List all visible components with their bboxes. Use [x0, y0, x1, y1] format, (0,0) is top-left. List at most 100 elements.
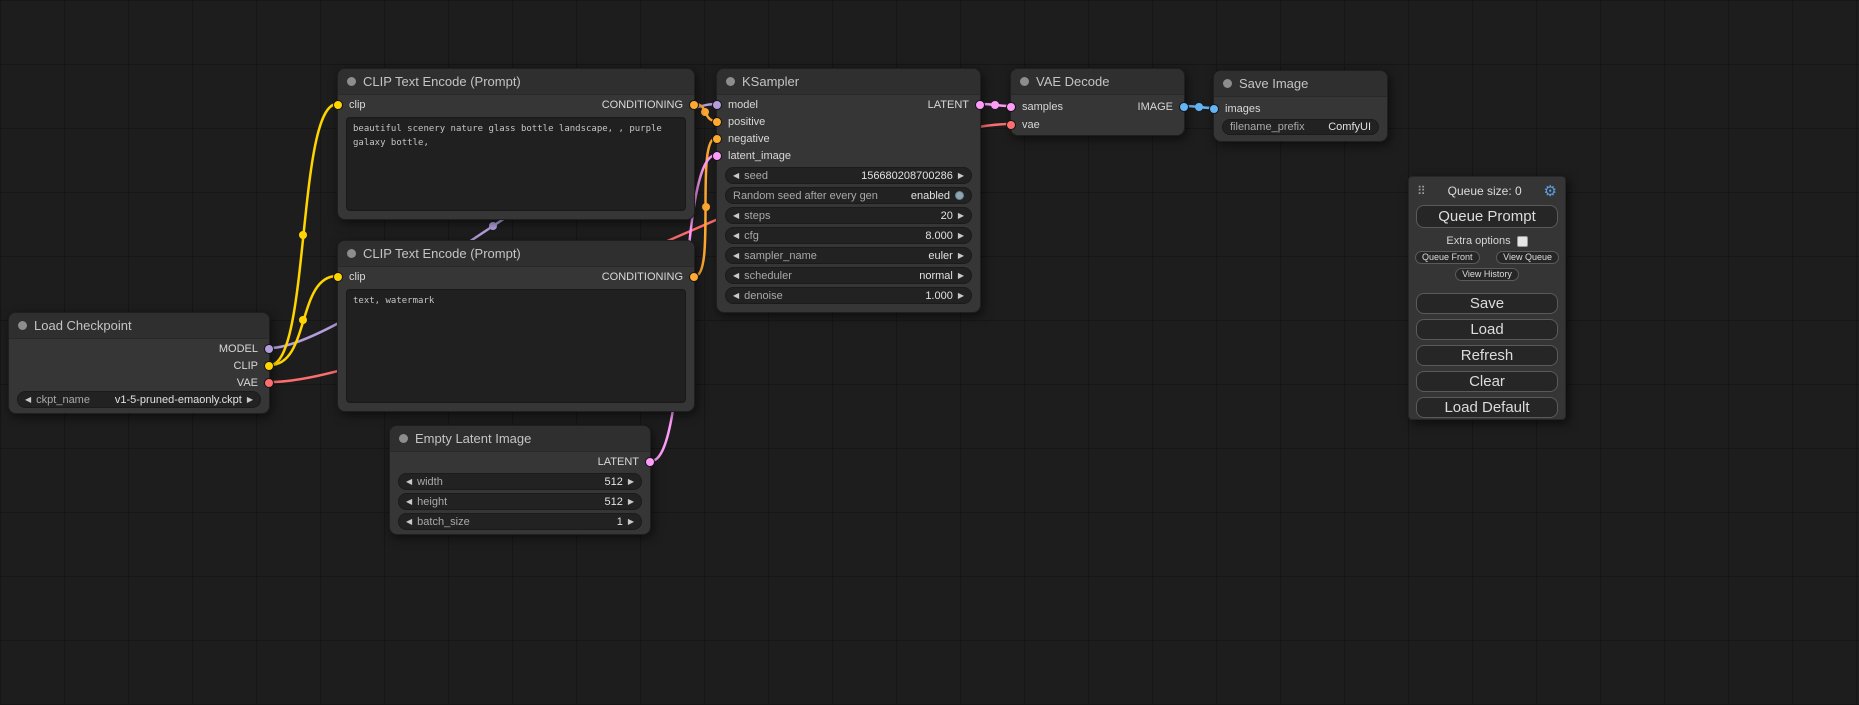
wire-midpoint-dot[interactable]	[299, 231, 307, 239]
node-save-image[interactable]: Save Image images filename_prefix ComfyU…	[1213, 70, 1388, 142]
decrement-arrow-icon[interactable]: ◀	[733, 252, 739, 260]
collapse-dot-icon[interactable]	[347, 249, 356, 258]
node-empty-latent-image[interactable]: Empty Latent Image LATENT ◀ width 512 ▶ …	[389, 425, 651, 535]
filename-prefix-widget[interactable]: filename_prefix ComfyUI	[1222, 119, 1379, 135]
latent-slot-dot[interactable]	[1006, 102, 1016, 112]
queue-prompt-button[interactable]: Queue Prompt	[1416, 205, 1558, 228]
node-title-bar[interactable]: CLIP Text Encode (Prompt)	[338, 241, 694, 267]
conditioning-slot-dot[interactable]	[689, 272, 699, 282]
collapse-dot-icon[interactable]	[1020, 77, 1029, 86]
random-seed-toggle-widget[interactable]: Random seed after every gen enabled	[725, 187, 972, 204]
decrement-arrow-icon[interactable]: ◀	[733, 232, 739, 240]
node-ksampler[interactable]: KSampler model LATENT positive negative …	[716, 68, 981, 313]
input-slot-positive[interactable]: positive	[712, 116, 765, 128]
save-button[interactable]: Save	[1416, 293, 1558, 314]
increment-arrow-icon[interactable]: ▶	[958, 172, 964, 180]
extra-options-checkbox[interactable]	[1517, 236, 1528, 247]
input-slot-negative[interactable]: negative	[712, 133, 770, 145]
output-slot-model[interactable]: MODEL	[219, 343, 274, 355]
collapse-dot-icon[interactable]	[1223, 79, 1232, 88]
node-clip-text-encode-positive[interactable]: CLIP Text Encode (Prompt) clip CONDITION…	[337, 68, 695, 220]
node-title-bar[interactable]: CLIP Text Encode (Prompt)	[338, 69, 694, 95]
increment-arrow-icon[interactable]: ▶	[628, 478, 634, 486]
model-slot-dot[interactable]	[264, 344, 274, 354]
drag-handle-icon[interactable]: ⠿	[1417, 184, 1426, 198]
decrement-arrow-icon[interactable]: ◀	[25, 396, 31, 404]
node-title-bar[interactable]: Load Checkpoint	[9, 313, 269, 339]
decrement-arrow-icon[interactable]: ◀	[406, 498, 412, 506]
increment-arrow-icon[interactable]: ▶	[247, 396, 253, 404]
increment-arrow-icon[interactable]: ▶	[958, 212, 964, 220]
queue-front-button[interactable]: Queue Front	[1415, 251, 1480, 264]
input-slot-samples[interactable]: samples	[1006, 101, 1063, 113]
clear-button[interactable]: Clear	[1416, 371, 1558, 392]
toggle-knob[interactable]	[955, 191, 964, 200]
clip-slot-dot[interactable]	[264, 361, 274, 371]
prompt-textarea[interactable]: beautiful scenery nature glass bottle la…	[346, 117, 686, 211]
input-slot-latent-image[interactable]: latent_image	[712, 150, 791, 162]
output-slot-conditioning[interactable]: CONDITIONING	[602, 271, 699, 283]
ckpt-name-widget[interactable]: ◀ ckpt_name v1-5-pruned-emaonly.ckpt ▶	[17, 391, 261, 408]
output-slot-image[interactable]: IMAGE	[1138, 101, 1189, 113]
decrement-arrow-icon[interactable]: ◀	[733, 172, 739, 180]
node-vae-decode[interactable]: VAE Decode samples IMAGE vae	[1010, 68, 1185, 136]
prompt-textarea[interactable]: text, watermark	[346, 289, 686, 403]
wire-midpoint-dot[interactable]	[489, 222, 497, 230]
settings-gear-icon[interactable]: ⚙	[1544, 184, 1557, 199]
decrement-arrow-icon[interactable]: ◀	[733, 212, 739, 220]
wire-midpoint-dot[interactable]	[299, 316, 307, 324]
decrement-arrow-icon[interactable]: ◀	[406, 518, 412, 526]
output-slot-latent[interactable]: LATENT	[928, 99, 985, 111]
input-slot-model[interactable]: model	[712, 99, 758, 111]
view-queue-button[interactable]: View Queue	[1496, 251, 1559, 264]
decrement-arrow-icon[interactable]: ◀	[733, 292, 739, 300]
scheduler-widget[interactable]: ◀ scheduler normal ▶	[725, 267, 972, 284]
denoise-widget[interactable]: ◀ denoise 1.000 ▶	[725, 287, 972, 304]
height-widget[interactable]: ◀ height 512 ▶	[398, 493, 642, 510]
load-button[interactable]: Load	[1416, 319, 1558, 340]
conditioning-slot-dot[interactable]	[712, 134, 722, 144]
seed-widget[interactable]: ◀ seed 156680208700286 ▶	[725, 167, 972, 184]
input-slot-vae[interactable]: vae	[1006, 119, 1040, 131]
load-default-button[interactable]: Load Default	[1416, 397, 1558, 418]
vae-slot-dot[interactable]	[1006, 120, 1016, 130]
node-graph-canvas[interactable]: Load Checkpoint MODEL CLIP VAE ◀ ckpt_na…	[0, 0, 1859, 705]
increment-arrow-icon[interactable]: ▶	[628, 498, 634, 506]
node-title-bar[interactable]: Empty Latent Image	[390, 426, 650, 452]
wire-midpoint-dot[interactable]	[1195, 103, 1203, 111]
output-slot-clip[interactable]: CLIP	[234, 360, 274, 372]
output-slot-latent[interactable]: LATENT	[598, 456, 655, 468]
node-title-bar[interactable]: VAE Decode	[1011, 69, 1184, 95]
sampler-name-widget[interactable]: ◀ sampler_name euler ▶	[725, 247, 972, 264]
input-slot-images[interactable]: images	[1209, 103, 1260, 115]
output-slot-vae[interactable]: VAE	[237, 377, 274, 389]
cfg-widget[interactable]: ◀ cfg 8.000 ▶	[725, 227, 972, 244]
collapse-dot-icon[interactable]	[347, 77, 356, 86]
image-slot-dot[interactable]	[1179, 102, 1189, 112]
output-slot-conditioning[interactable]: CONDITIONING	[602, 99, 699, 111]
view-history-button[interactable]: View History	[1455, 268, 1519, 281]
input-slot-clip[interactable]: clip	[333, 99, 366, 111]
clip-slot-dot[interactable]	[333, 100, 343, 110]
latent-slot-dot[interactable]	[645, 457, 655, 467]
wire-midpoint-dot[interactable]	[702, 203, 710, 211]
node-title-bar[interactable]: Save Image	[1214, 71, 1387, 97]
vae-slot-dot[interactable]	[264, 378, 274, 388]
collapse-dot-icon[interactable]	[726, 77, 735, 86]
clip-slot-dot[interactable]	[333, 272, 343, 282]
increment-arrow-icon[interactable]: ▶	[958, 232, 964, 240]
wire-midpoint-dot[interactable]	[991, 101, 999, 109]
node-title-bar[interactable]: KSampler	[717, 69, 980, 95]
image-slot-dot[interactable]	[1209, 104, 1219, 114]
collapse-dot-icon[interactable]	[18, 321, 27, 330]
decrement-arrow-icon[interactable]: ◀	[733, 272, 739, 280]
wire-midpoint-dot[interactable]	[701, 108, 709, 116]
increment-arrow-icon[interactable]: ▶	[958, 252, 964, 260]
conditioning-slot-dot[interactable]	[712, 117, 722, 127]
steps-widget[interactable]: ◀ steps 20 ▶	[725, 207, 972, 224]
increment-arrow-icon[interactable]: ▶	[958, 272, 964, 280]
latent-slot-dot[interactable]	[975, 100, 985, 110]
increment-arrow-icon[interactable]: ▶	[958, 292, 964, 300]
input-slot-clip[interactable]: clip	[333, 271, 366, 283]
decrement-arrow-icon[interactable]: ◀	[406, 478, 412, 486]
